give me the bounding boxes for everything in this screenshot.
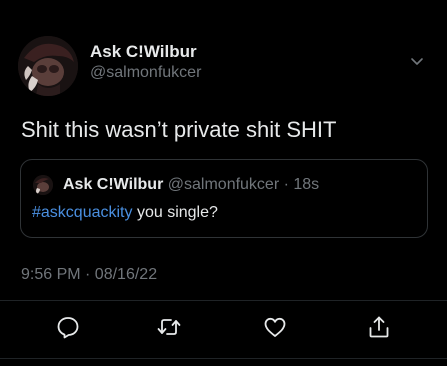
quoted-display-name: Ask C!Wilbur [63, 176, 164, 193]
tweet-text: Shit this wasn’t private shit SHIT [21, 117, 337, 142]
quoted-age: 18s [293, 176, 320, 193]
reply-icon [57, 317, 79, 339]
more-options-button[interactable] [410, 54, 424, 65]
quoted-separator: · [279, 176, 294, 193]
quoted-tweet[interactable]: Ask C!Wilbur @salmonfukcer · 18s #askcqu… [20, 159, 428, 238]
quoted-body-rest: you single? [132, 204, 218, 221]
quoted-handle: @salmonfukcer · 18s [168, 176, 319, 193]
author-display-name[interactable]: Ask C!Wilbur [90, 42, 197, 62]
retweet-button[interactable] [156, 314, 182, 340]
like-icon [264, 317, 286, 337]
quoted-text: #askcquackity you single? [32, 204, 218, 222]
share-icon [369, 316, 389, 338]
divider [0, 300, 447, 301]
quoted-header: Ask C!Wilbur @salmonfukcer · 18s [63, 176, 319, 194]
tweet-timestamp[interactable]: 9:56 PM · 08/16/22 [21, 266, 157, 284]
quoted-author-avatar [33, 175, 53, 195]
retweet-icon [157, 319, 181, 335]
avatar-image [18, 36, 78, 96]
tweet-card: Ask C!Wilbur @salmonfukcer Shit this was… [0, 0, 447, 366]
share-button[interactable] [366, 314, 392, 340]
author-handle[interactable]: @salmonfukcer [90, 64, 201, 82]
author-avatar[interactable] [18, 36, 78, 96]
quoted-handle-text: @salmonfukcer [167, 176, 280, 193]
divider [0, 358, 447, 359]
chevron-down-icon [411, 58, 423, 65]
reply-button[interactable] [55, 314, 81, 340]
quoted-avatar-image [33, 175, 53, 195]
hashtag-link[interactable]: #askcquackity [32, 204, 133, 221]
like-button[interactable] [262, 314, 288, 340]
